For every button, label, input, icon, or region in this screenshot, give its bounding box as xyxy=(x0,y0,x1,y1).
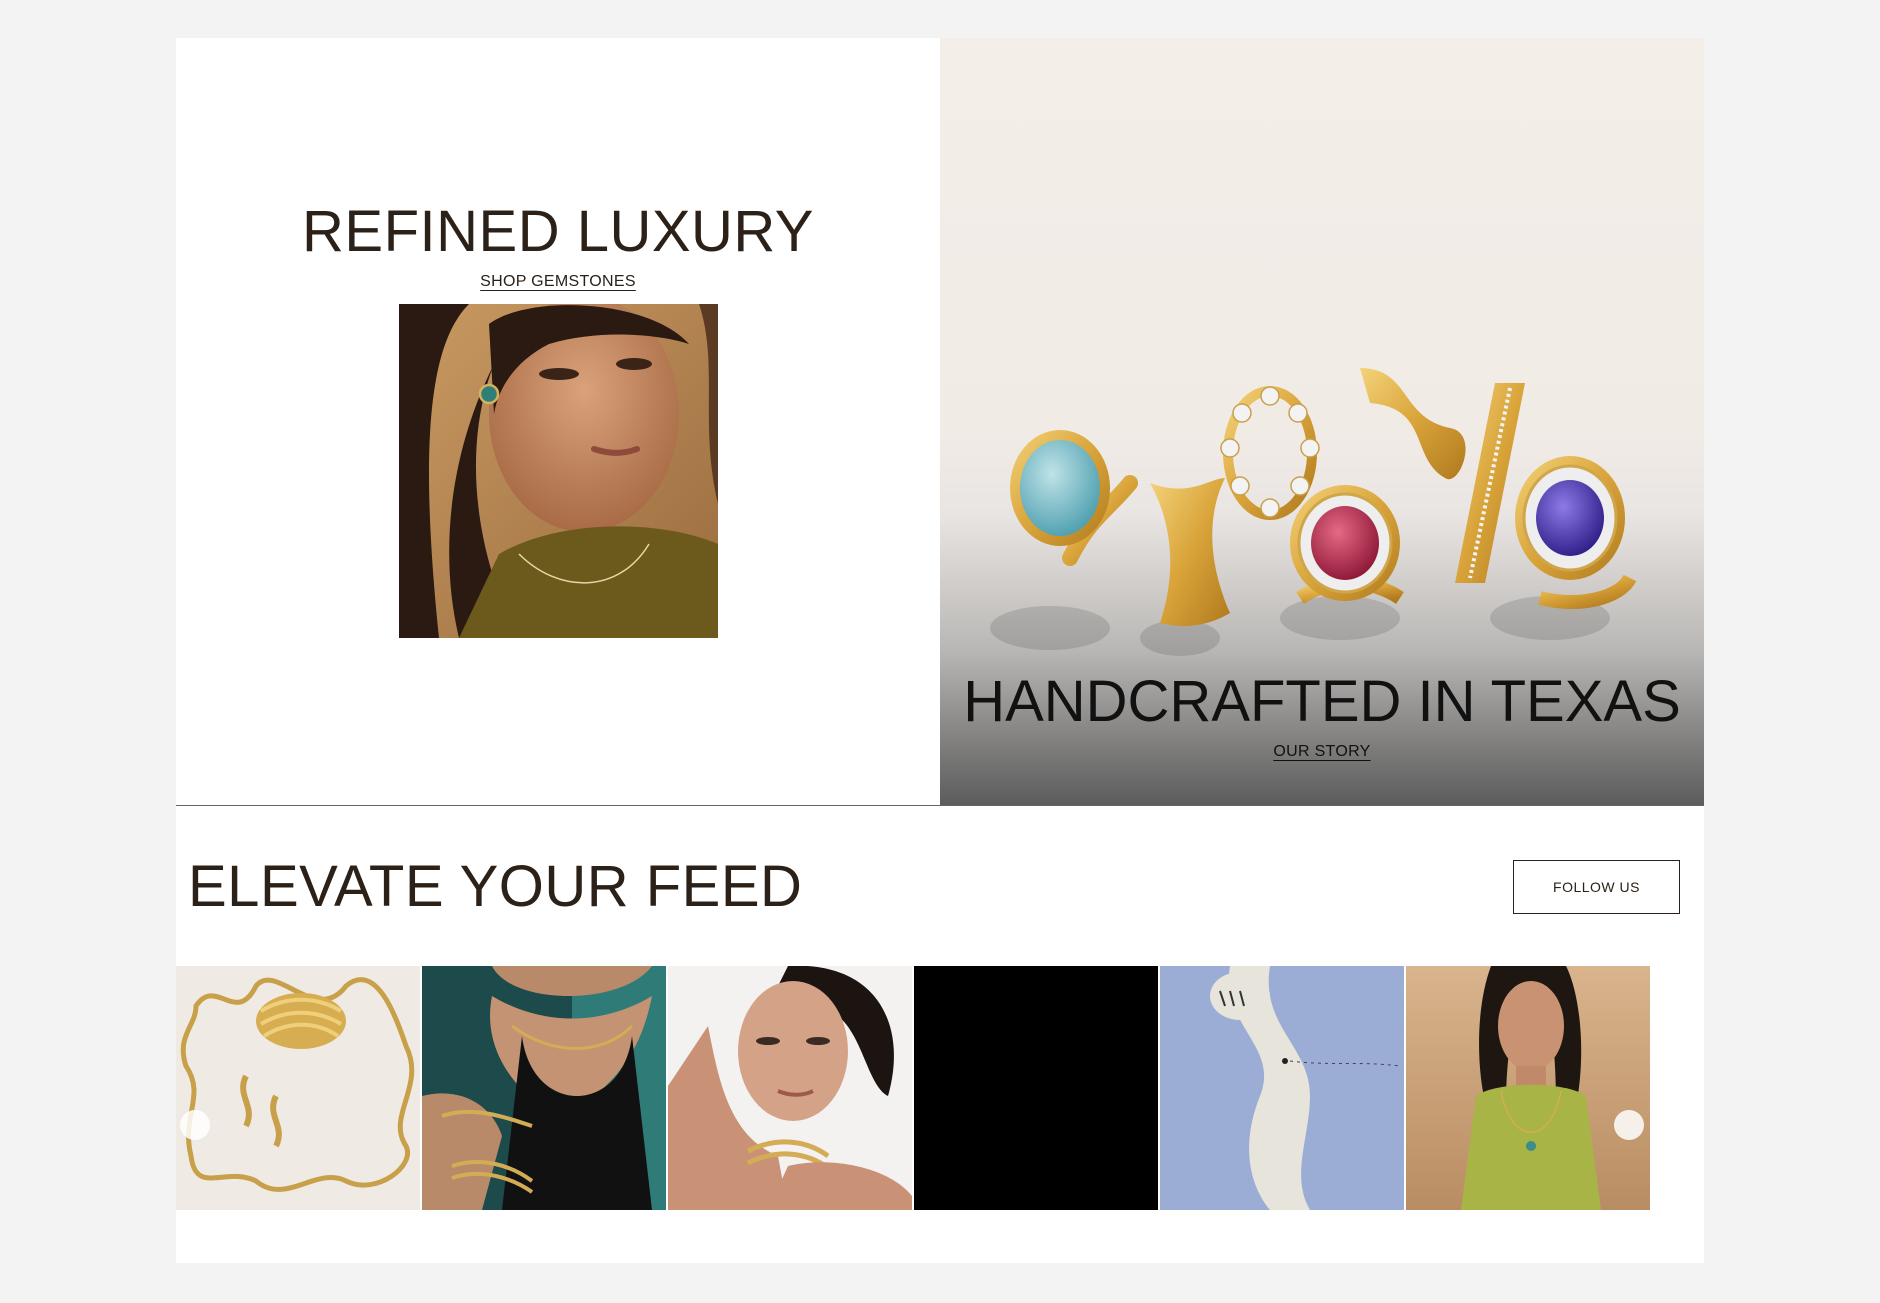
feed-tile[interactable] xyxy=(668,966,912,1210)
model-portrait-image xyxy=(399,304,718,638)
shop-gemstones-link[interactable]: SHOP GEMSTONES xyxy=(176,273,940,291)
feed-tile[interactable] xyxy=(1160,966,1404,1210)
feed-tile[interactable] xyxy=(1406,966,1650,1210)
screenshot-frame: REFINED LUXURY SHOP GEMSTONES HANDCRAFTE… xyxy=(0,0,1880,1303)
hero-right-panel: HANDCRAFTED IN TEXAS OUR STORY xyxy=(940,38,1704,806)
follow-us-button[interactable]: FOLLOW US xyxy=(1513,860,1680,914)
feed-tile-video[interactable] xyxy=(914,966,1158,1210)
carousel-next-button[interactable] xyxy=(1614,1110,1644,1140)
feed-heading: ELEVATE YOUR FEED xyxy=(188,854,803,919)
carousel-prev-button[interactable] xyxy=(180,1110,210,1140)
feed-tile[interactable] xyxy=(422,966,666,1210)
hero-left-heading: REFINED LUXURY xyxy=(302,199,814,264)
hero-right-heading: HANDCRAFTED IN TEXAS xyxy=(963,669,1681,734)
section-divider xyxy=(176,805,1704,806)
social-feed-carousel xyxy=(176,966,1704,1210)
feed-tile[interactable] xyxy=(176,966,420,1210)
our-story-link[interactable]: OUR STORY xyxy=(940,743,1704,761)
hero-left-panel: REFINED LUXURY SHOP GEMSTONES xyxy=(176,38,940,806)
page: REFINED LUXURY SHOP GEMSTONES HANDCRAFTE… xyxy=(176,38,1704,1263)
